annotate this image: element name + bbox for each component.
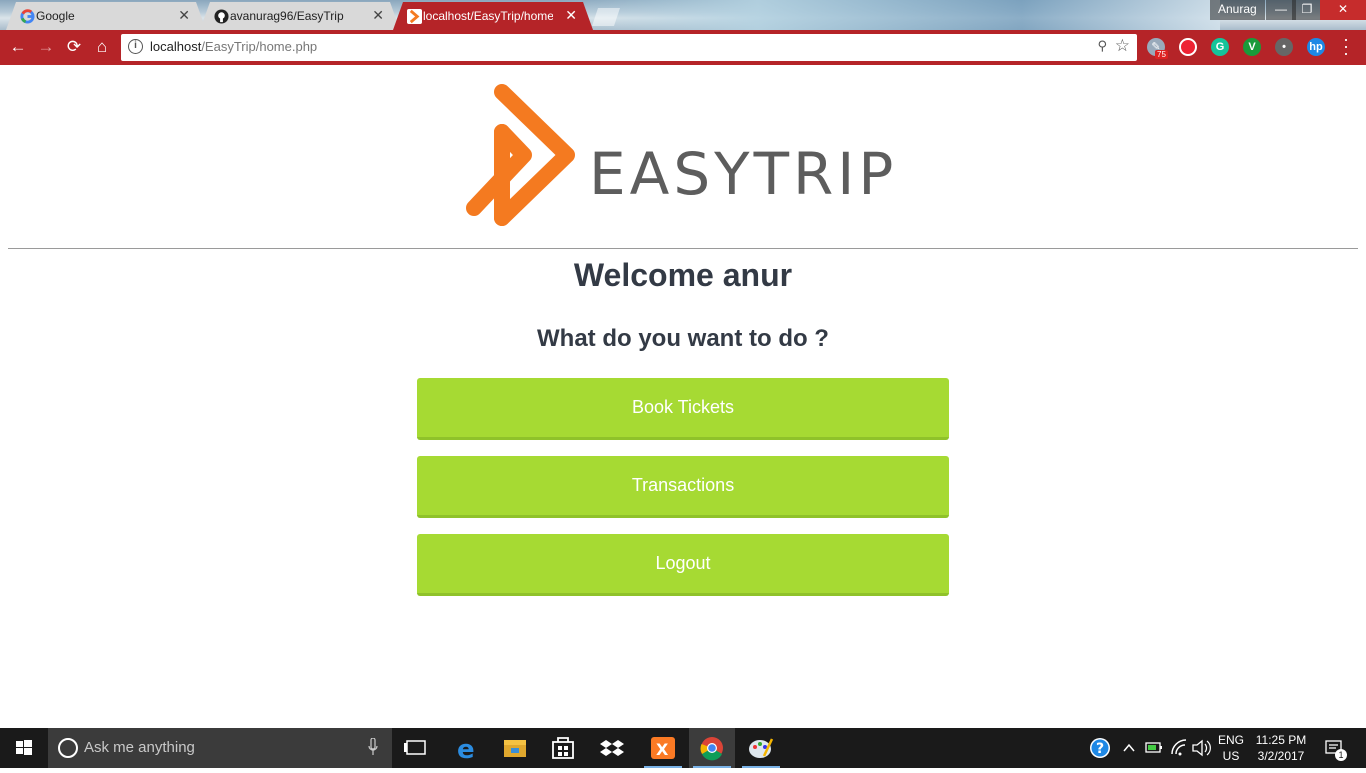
volume-icon[interactable]	[1190, 728, 1212, 768]
transactions-button[interactable]: Transactions	[417, 456, 949, 518]
cortana-icon	[58, 738, 78, 758]
input-language[interactable]: ENG US	[1216, 732, 1246, 764]
logo-mark-icon	[466, 84, 575, 226]
clock-date: 3/2/2017	[1257, 749, 1305, 763]
logout-button[interactable]: Logout	[417, 534, 949, 596]
desktop-wallpaper-strip	[560, 0, 1220, 30]
show-hidden-icons-chevron-icon[interactable]	[1120, 728, 1138, 768]
key-icon[interactable]: ⚲	[1097, 38, 1107, 54]
tab-title: avanurag96/EasyTrip	[230, 9, 344, 23]
google-icon	[20, 9, 35, 24]
windows-taskbar: Ask me anything e X ? ENG US 11:25 PM 3/…	[0, 728, 1366, 768]
chrome-icon[interactable]	[689, 728, 735, 768]
bookmark-star-icon[interactable]: ☆	[1115, 36, 1130, 56]
windows-start-icon[interactable]	[0, 728, 48, 768]
page-content: EASYTRIP Welcome anur What do you want t…	[0, 65, 1366, 728]
profile-name[interactable]: Anurag	[1210, 0, 1265, 20]
extension-pin-icon[interactable]: •	[1275, 38, 1293, 56]
maximize-button[interactable]: ❐	[1292, 0, 1322, 20]
wifi-icon[interactable]	[1168, 728, 1190, 768]
edge-icon[interactable]: e	[444, 728, 490, 768]
github-icon	[214, 9, 229, 24]
address-bar[interactable]: i localhost/EasyTrip/home.php ⚲ ☆	[121, 34, 1137, 61]
xampp-icon[interactable]: X	[640, 728, 686, 768]
tab-close-icon[interactable]: ✕	[565, 7, 577, 24]
site-info-icon[interactable]: i	[128, 39, 143, 54]
back-arrow-icon[interactable]: ←	[7, 36, 29, 58]
extension-shield-icon[interactable]	[1179, 38, 1197, 56]
tab-close-icon[interactable]: ✕	[178, 7, 190, 24]
cortana-search-box[interactable]: Ask me anything	[48, 728, 392, 768]
reload-icon[interactable]: ⟳	[63, 36, 85, 58]
extension-v-icon[interactable]: V	[1243, 38, 1261, 56]
chrome-menu-icon[interactable]: · · ·	[1343, 30, 1353, 62]
prompt-heading: What do you want to do ?	[537, 325, 829, 352]
file-explorer-icon[interactable]	[492, 728, 538, 768]
extension-badge: 75	[1155, 50, 1168, 59]
action-center-icon[interactable]: 1	[1322, 728, 1348, 768]
address-url[interactable]: localhost/EasyTrip/home.php	[150, 39, 317, 54]
welcome-heading: Welcome anur	[573, 257, 793, 293]
tab-title: Google	[36, 9, 75, 23]
tab-google[interactable]: Google ✕	[6, 2, 206, 30]
hp-icon[interactable]: hp	[1307, 38, 1325, 56]
grammarly-icon[interactable]: G	[1211, 38, 1229, 56]
notification-count: 1	[1335, 749, 1347, 761]
svg-text:?: ?	[1096, 741, 1104, 757]
book-tickets-button[interactable]: Book Tickets	[417, 378, 949, 440]
browser-toolbar: ← → ⟳ ⌂ i localhost/EasyTrip/home.php ⚲ …	[0, 30, 1366, 65]
logo-wordmark: EASYTRIP	[589, 140, 898, 208]
header-divider	[8, 248, 1358, 249]
clock-time: 11:25 PM	[1255, 733, 1307, 747]
microphone-icon[interactable]	[368, 738, 378, 756]
forward-arrow-icon[interactable]: →	[35, 36, 57, 58]
home-icon[interactable]: ⌂	[91, 36, 113, 58]
store-icon[interactable]	[540, 728, 586, 768]
task-view-icon[interactable]	[393, 728, 439, 768]
help-icon[interactable]: ?	[1088, 728, 1112, 768]
browser-titlebar: Google ✕ avanurag96/EasyTrip ✕ localhost…	[0, 0, 1366, 30]
dropbox-icon[interactable]	[590, 728, 636, 768]
svg-text:e: e	[457, 735, 475, 765]
close-window-button[interactable]: ✕	[1320, 0, 1366, 20]
taskbar-clock[interactable]: 11:25 PM 3/2/2017	[1252, 732, 1310, 764]
tab-github[interactable]: avanurag96/EasyTrip ✕	[200, 2, 400, 30]
tab-easytrip-home[interactable]: localhost/EasyTrip/home ✕	[393, 2, 593, 30]
battery-icon[interactable]	[1143, 728, 1165, 768]
svg-text:X: X	[656, 740, 669, 759]
search-placeholder: Ask me anything	[84, 739, 195, 756]
easytrip-logo[interactable]: EASYTRIP	[462, 82, 912, 232]
paint-icon[interactable]	[738, 728, 784, 768]
tab-close-icon[interactable]: ✕	[372, 7, 384, 24]
tab-title: localhost/EasyTrip/home	[423, 9, 553, 23]
easytrip-icon	[407, 9, 422, 24]
